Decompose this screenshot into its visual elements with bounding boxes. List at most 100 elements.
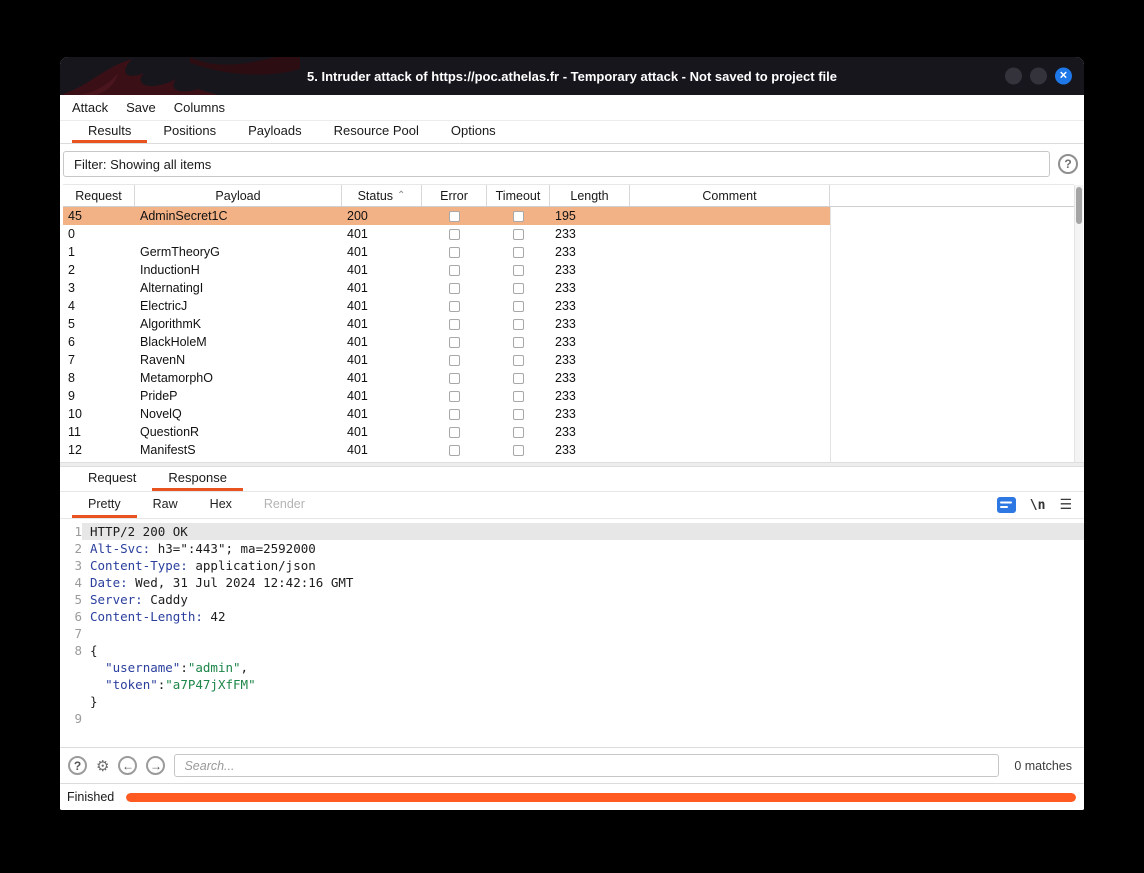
timeout-checkbox[interactable] bbox=[513, 337, 524, 348]
error-checkbox[interactable] bbox=[449, 301, 460, 312]
table-row[interactable]: 45AdminSecret1C200195 bbox=[63, 207, 830, 225]
table-scrollbar[interactable] bbox=[1074, 185, 1083, 462]
table-row[interactable]: 6BlackHoleM401233 bbox=[63, 333, 830, 351]
editor-line[interactable]: } bbox=[60, 693, 1084, 710]
view-tab-raw[interactable]: Raw bbox=[137, 492, 194, 518]
timeout-checkbox[interactable] bbox=[513, 229, 524, 240]
timeout-checkbox[interactable] bbox=[513, 319, 524, 330]
scrollbar-thumb[interactable] bbox=[1076, 187, 1082, 224]
error-checkbox[interactable] bbox=[449, 355, 460, 366]
table-row[interactable]: 11QuestionR401233 bbox=[63, 423, 830, 441]
help-button[interactable]: ? bbox=[1058, 154, 1078, 174]
error-checkbox[interactable] bbox=[449, 265, 460, 276]
menu-item-save[interactable]: Save bbox=[117, 100, 165, 115]
error-checkbox[interactable] bbox=[449, 337, 460, 348]
menu-item-columns[interactable]: Columns bbox=[165, 100, 234, 115]
tab-positions[interactable]: Positions bbox=[147, 121, 232, 143]
error-checkbox[interactable] bbox=[449, 409, 460, 420]
minimize-button[interactable] bbox=[1005, 68, 1022, 85]
editor-line[interactable]: 6Content-Length: 42 bbox=[60, 608, 1084, 625]
table-row[interactable]: 2InductionH401233 bbox=[63, 261, 830, 279]
error-checkbox[interactable] bbox=[449, 391, 460, 402]
column-header-error[interactable]: Error bbox=[422, 185, 487, 206]
title-bar[interactable]: 5. Intruder attack of https://poc.athela… bbox=[60, 57, 1084, 95]
tab-payloads[interactable]: Payloads bbox=[232, 121, 317, 143]
timeout-checkbox[interactable] bbox=[513, 373, 524, 384]
cell-status: 401 bbox=[342, 317, 422, 331]
search-next-button[interactable]: → bbox=[146, 756, 165, 775]
tab-request[interactable]: Request bbox=[72, 467, 152, 491]
table-row[interactable]: 3AlternatingI401233 bbox=[63, 279, 830, 297]
timeout-checkbox[interactable] bbox=[513, 391, 524, 402]
editor-line[interactable]: 3Content-Type: application/json bbox=[60, 557, 1084, 574]
column-header-comment[interactable]: Comment bbox=[630, 185, 830, 206]
timeout-checkbox[interactable] bbox=[513, 283, 524, 294]
error-checkbox[interactable] bbox=[449, 229, 460, 240]
timeout-checkbox[interactable] bbox=[513, 211, 524, 222]
table-row[interactable]: 10NovelQ401233 bbox=[63, 405, 830, 423]
search-prev-button[interactable]: ← bbox=[118, 756, 137, 775]
line-number: 6 bbox=[60, 608, 82, 625]
column-header-length[interactable]: Length bbox=[550, 185, 630, 206]
error-checkbox[interactable] bbox=[449, 427, 460, 438]
search-settings-button[interactable]: ⚙ bbox=[96, 757, 109, 775]
column-header-status[interactable]: Status⌃ bbox=[342, 185, 422, 206]
column-header-request[interactable]: Request bbox=[63, 185, 135, 206]
column-header-timeout[interactable]: Timeout bbox=[487, 185, 550, 206]
tab-options[interactable]: Options bbox=[435, 121, 512, 143]
response-editor[interactable]: 1HTTP/2 200 OK2Alt-Svc: h3=":443"; ma=25… bbox=[60, 519, 1084, 747]
table-row[interactable]: 9PrideP401233 bbox=[63, 387, 830, 405]
editor-line[interactable]: 5Server: Caddy bbox=[60, 591, 1084, 608]
filter-bar[interactable]: Filter: Showing all items bbox=[63, 151, 1050, 177]
editor-line[interactable]: 8{ bbox=[60, 642, 1084, 659]
timeout-checkbox[interactable] bbox=[513, 301, 524, 312]
line-number bbox=[60, 693, 82, 710]
error-checkbox[interactable] bbox=[449, 445, 460, 456]
search-input[interactable] bbox=[174, 754, 999, 777]
cell-length: 233 bbox=[550, 227, 630, 241]
pretty-print-toggle[interactable] bbox=[997, 497, 1016, 513]
tab-response[interactable]: Response bbox=[152, 467, 243, 491]
editor-line[interactable]: 2Alt-Svc: h3=":443"; ma=2592000 bbox=[60, 540, 1084, 557]
view-tab-hex[interactable]: Hex bbox=[194, 492, 248, 518]
table-row[interactable]: 12ManifestS401233 bbox=[63, 441, 830, 459]
timeout-checkbox[interactable] bbox=[513, 265, 524, 276]
editor-line[interactable]: 7 bbox=[60, 625, 1084, 642]
error-checkbox[interactable] bbox=[449, 373, 460, 384]
error-checkbox[interactable] bbox=[449, 283, 460, 294]
table-row[interactable]: 5AlgorithmK401233 bbox=[63, 315, 830, 333]
tab-results[interactable]: Results bbox=[72, 121, 147, 143]
maximize-button[interactable] bbox=[1030, 68, 1047, 85]
column-header-payload[interactable]: Payload bbox=[135, 185, 342, 206]
search-help-button[interactable]: ? bbox=[68, 756, 87, 775]
table-row[interactable]: 7RavenN401233 bbox=[63, 351, 830, 369]
cell-length: 195 bbox=[550, 209, 630, 223]
editor-line[interactable]: "token":"a7P47jXfFM" bbox=[60, 676, 1084, 693]
timeout-checkbox[interactable] bbox=[513, 355, 524, 366]
error-checkbox[interactable] bbox=[449, 319, 460, 330]
tab-resource-pool[interactable]: Resource Pool bbox=[318, 121, 435, 143]
error-checkbox[interactable] bbox=[449, 247, 460, 258]
editor-line[interactable]: 1HTTP/2 200 OK bbox=[60, 523, 1084, 540]
close-button[interactable]: ✕ bbox=[1055, 68, 1072, 85]
token-string: "admin" bbox=[188, 660, 241, 675]
editor-line[interactable]: 9 bbox=[60, 710, 1084, 727]
cell-status: 401 bbox=[342, 371, 422, 385]
view-tab-pretty[interactable]: Pretty bbox=[72, 492, 137, 518]
editor-menu-button[interactable]: ☰ bbox=[1059, 497, 1072, 513]
timeout-checkbox[interactable] bbox=[513, 427, 524, 438]
cell-payload: BlackHoleM bbox=[135, 335, 342, 349]
timeout-checkbox[interactable] bbox=[513, 247, 524, 258]
close-icon: ✕ bbox=[1059, 71, 1067, 82]
editor-line[interactable]: 4Date: Wed, 31 Jul 2024 12:42:16 GMT bbox=[60, 574, 1084, 591]
editor-line[interactable]: "username":"admin", bbox=[60, 659, 1084, 676]
table-row[interactable]: 1GermTheoryG401233 bbox=[63, 243, 830, 261]
table-row[interactable]: 4ElectricJ401233 bbox=[63, 297, 830, 315]
timeout-checkbox[interactable] bbox=[513, 409, 524, 420]
table-row[interactable]: 8MetamorphO401233 bbox=[63, 369, 830, 387]
timeout-checkbox[interactable] bbox=[513, 445, 524, 456]
table-row[interactable]: 0401233 bbox=[63, 225, 830, 243]
error-checkbox[interactable] bbox=[449, 211, 460, 222]
newline-toggle[interactable]: \n bbox=[1030, 498, 1046, 513]
menu-item-attack[interactable]: Attack bbox=[63, 100, 117, 115]
